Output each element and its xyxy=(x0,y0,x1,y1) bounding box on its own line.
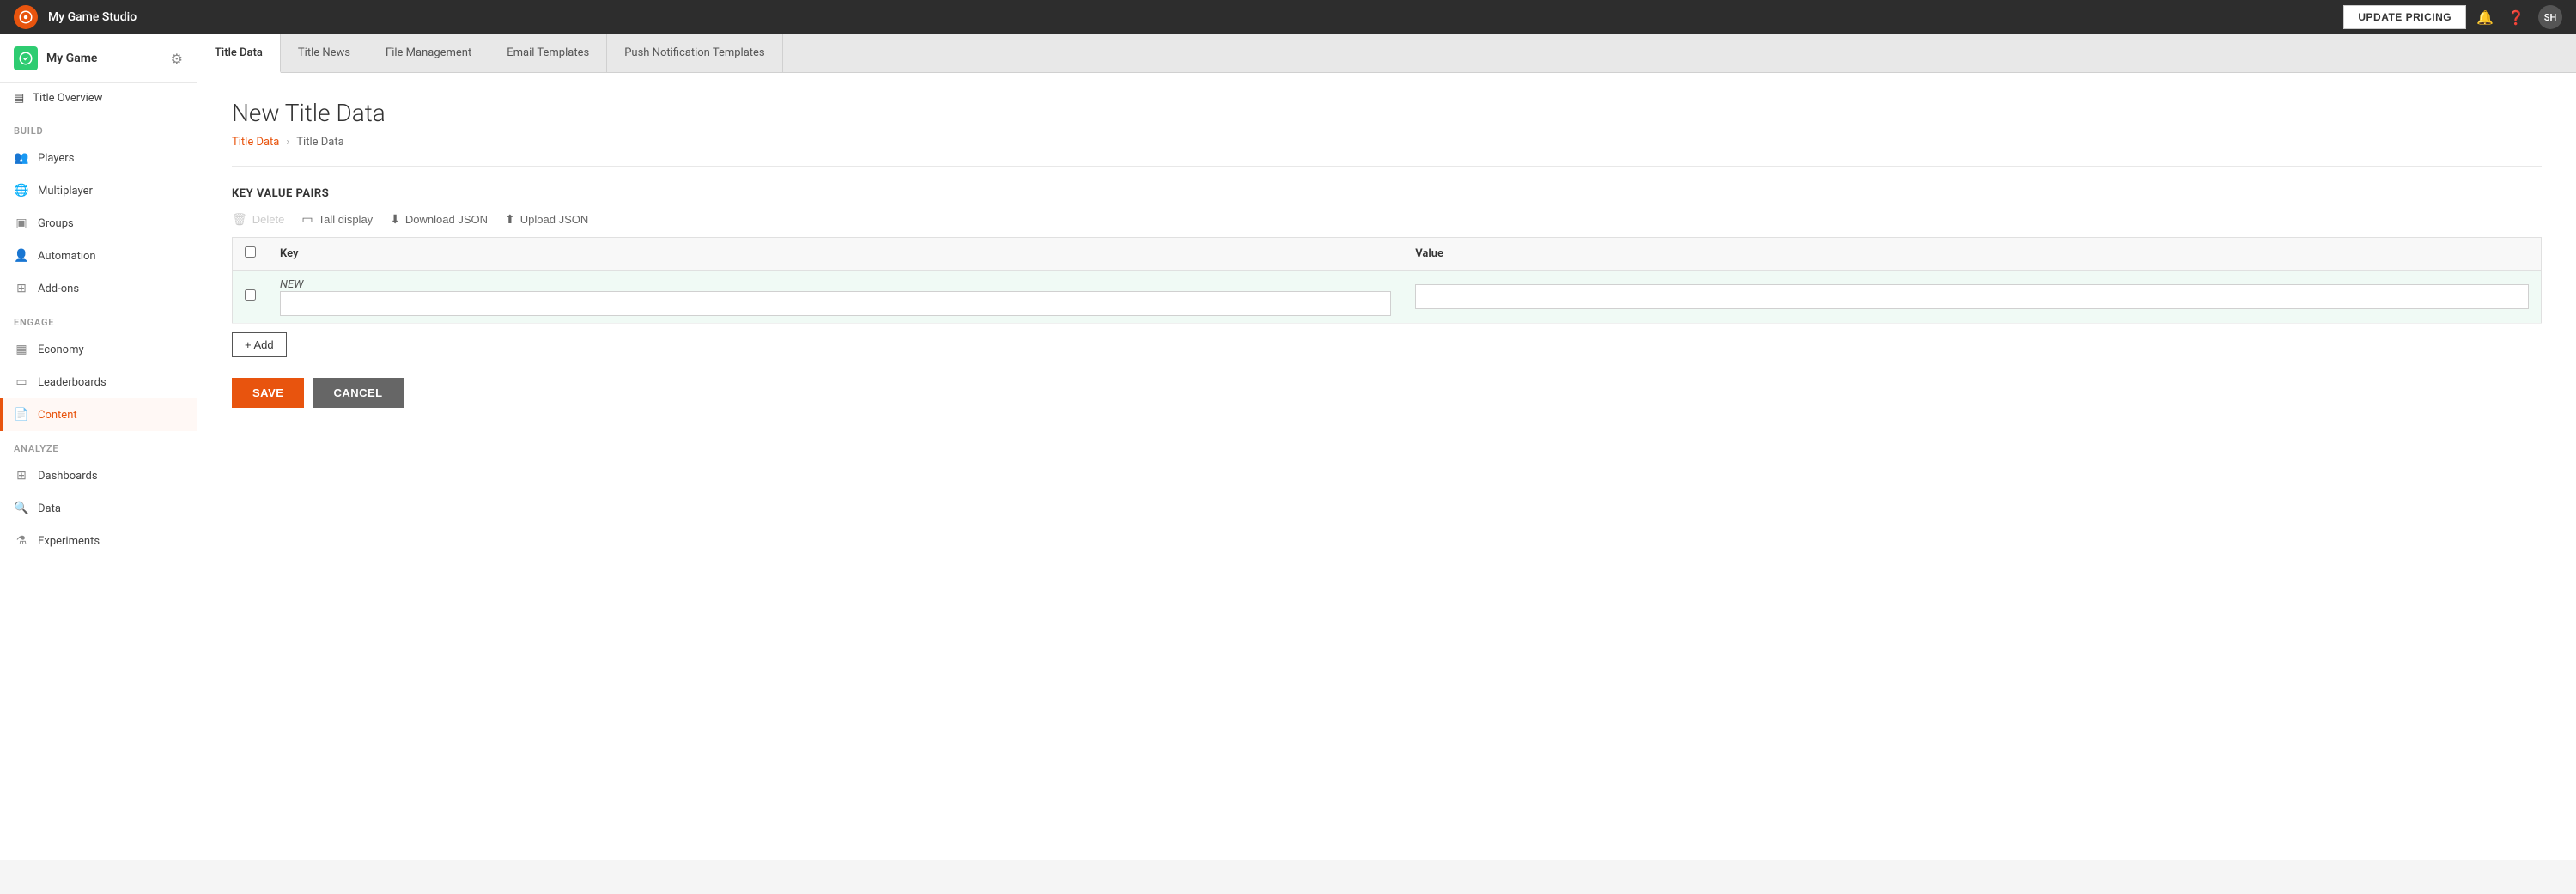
tab-title-data[interactable]: Title Data xyxy=(197,34,281,73)
sidebar-item-players[interactable]: 👥 Players xyxy=(0,142,197,174)
select-all-checkbox[interactable] xyxy=(245,246,256,258)
sidebar-label-title-overview: Title Overview xyxy=(33,92,102,105)
download-icon: ⬇ xyxy=(390,212,400,227)
bell-icon[interactable]: 🔔 xyxy=(2476,9,2494,26)
automation-icon: 👤 xyxy=(14,248,29,264)
sidebar-label-dashboards: Dashboards xyxy=(38,470,98,483)
breadcrumb: Title Data › Title Data xyxy=(232,136,2542,167)
game-icon xyxy=(14,46,38,70)
tab-email-templates[interactable]: Email Templates xyxy=(489,34,607,72)
delete-icon: 🗑 xyxy=(232,212,247,227)
section-engage: ENGAGE xyxy=(0,305,197,333)
economy-icon: ▦ xyxy=(14,342,29,357)
new-label: NEW xyxy=(280,278,303,291)
sidebar: My Game ⚙ ▤ Title Overview BUILD 👥 Playe… xyxy=(0,34,197,860)
data-icon: 🔍 xyxy=(14,501,29,516)
row-checkbox-cell xyxy=(233,271,269,324)
save-button[interactable]: SAVE xyxy=(232,378,304,408)
value-cell xyxy=(1403,271,2541,324)
upload-json-button[interactable]: ⬆ Upload JSON xyxy=(505,212,588,227)
studio-name: My Game Studio xyxy=(48,10,2333,24)
sidebar-label-groups: Groups xyxy=(38,217,74,230)
breadcrumb-current: Title Data xyxy=(296,136,343,149)
sidebar-item-multiplayer[interactable]: 🌐 Multiplayer xyxy=(0,174,197,207)
sidebar-item-data[interactable]: 🔍 Data xyxy=(0,492,197,525)
kv-table: Key Value NEW xyxy=(232,237,2542,324)
game-header: My Game ⚙ xyxy=(0,34,197,83)
key-input[interactable] xyxy=(280,291,1391,316)
dashboards-icon: ⊞ xyxy=(14,468,29,483)
download-json-button[interactable]: ⬇ Download JSON xyxy=(390,212,488,227)
avatar[interactable]: SH xyxy=(2538,5,2562,29)
sidebar-label-players: Players xyxy=(38,152,74,165)
page-title: New Title Data xyxy=(232,99,2542,127)
sidebar-item-content[interactable]: 📄 Content xyxy=(0,398,197,431)
experiments-icon: ⚗ xyxy=(14,533,29,549)
sidebar-label-multiplayer: Multiplayer xyxy=(38,185,93,198)
sidebar-label-automation: Automation xyxy=(38,250,96,263)
table-row: NEW xyxy=(233,271,2542,324)
gear-icon[interactable]: ⚙ xyxy=(171,51,183,67)
tab-bar: Title Data Title News File Management Em… xyxy=(197,34,2576,73)
key-header: Key xyxy=(268,238,1403,271)
cancel-button[interactable]: CANCEL xyxy=(313,378,403,408)
game-title: My Game xyxy=(46,52,162,65)
sidebar-item-groups[interactable]: ▣ Groups xyxy=(0,207,197,240)
globe-icon: 🌐 xyxy=(14,183,29,198)
sidebar-item-addons[interactable]: ⊞ Add-ons xyxy=(0,272,197,305)
row-checkbox[interactable] xyxy=(245,289,256,301)
sidebar-label-addons: Add-ons xyxy=(38,283,79,295)
sidebar-item-economy[interactable]: ▦ Economy xyxy=(0,333,197,366)
content-icon: 📄 xyxy=(14,407,29,423)
sidebar-label-content: Content xyxy=(38,409,77,422)
sidebar-item-dashboards[interactable]: ⊞ Dashboards xyxy=(0,459,197,492)
layout: My Game ⚙ ▤ Title Overview BUILD 👥 Playe… xyxy=(0,34,2576,860)
main-content: Title Data Title News File Management Em… xyxy=(197,34,2576,860)
sidebar-label-economy: Economy xyxy=(38,344,84,356)
breadcrumb-link[interactable]: Title Data xyxy=(232,136,279,149)
leaderboards-icon: ▭ xyxy=(14,374,29,390)
top-nav: My Game Studio UPDATE PRICING 🔔 ❓ SH xyxy=(0,0,2576,34)
sidebar-label-leaderboards: Leaderboards xyxy=(38,376,106,389)
breadcrumb-separator: › xyxy=(286,136,289,149)
header-checkbox-col xyxy=(233,238,269,271)
sidebar-item-experiments[interactable]: ⚗ Experiments xyxy=(0,525,197,557)
key-cell: NEW xyxy=(268,271,1403,324)
tab-title-news[interactable]: Title News xyxy=(281,34,368,72)
delete-button[interactable]: 🗑 Delete xyxy=(232,212,284,227)
upload-icon: ⬆ xyxy=(505,212,515,227)
section-analyze: ANALYZE xyxy=(0,431,197,459)
section-title: KEY VALUE PAIRS xyxy=(232,187,2542,200)
help-icon[interactable]: ❓ xyxy=(2507,9,2524,26)
top-nav-icons: 🔔 ❓ SH xyxy=(2476,5,2562,29)
tab-file-management[interactable]: File Management xyxy=(368,34,489,72)
toolbar: 🗑 Delete ▭ Tall display ⬇ Download JSON … xyxy=(232,212,2542,227)
groups-icon: ▣ xyxy=(14,216,29,231)
sidebar-item-title-overview[interactable]: ▤ Title Overview xyxy=(0,83,197,113)
action-buttons: SAVE CANCEL xyxy=(232,378,2542,408)
tab-push-notification[interactable]: Push Notification Templates xyxy=(607,34,782,72)
addons-icon: ⊞ xyxy=(14,281,29,296)
value-input[interactable] xyxy=(1415,284,2529,309)
sidebar-label-data: Data xyxy=(38,502,61,515)
sidebar-label-experiments: Experiments xyxy=(38,535,100,548)
section-build: BUILD xyxy=(0,113,197,142)
sidebar-item-leaderboards[interactable]: ▭ Leaderboards xyxy=(0,366,197,398)
sidebar-item-automation[interactable]: 👤 Automation xyxy=(0,240,197,272)
logo xyxy=(14,5,38,29)
chart-icon: ▤ xyxy=(14,92,24,105)
add-button[interactable]: + Add xyxy=(232,332,287,357)
update-pricing-button[interactable]: UPDATE PRICING xyxy=(2343,5,2466,29)
value-header: Value xyxy=(1403,238,2541,271)
tall-display-button[interactable]: ▭ Tall display xyxy=(301,212,373,227)
users-icon: 👥 xyxy=(14,150,29,166)
content-area: New Title Data Title Data › Title Data K… xyxy=(197,73,2576,860)
tall-display-icon: ▭ xyxy=(301,212,313,227)
